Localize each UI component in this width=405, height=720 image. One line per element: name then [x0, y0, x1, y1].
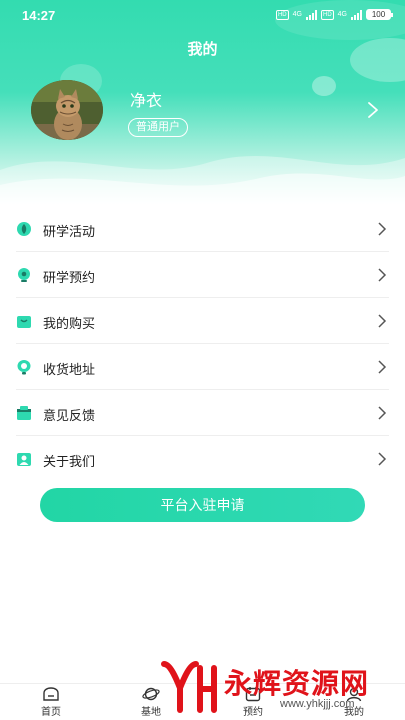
menu-item-label: 研学预约 — [43, 270, 96, 285]
menu-item-feedback[interactable]: 意见反馈 — [16, 390, 389, 436]
status-time: 14:27 — [22, 8, 56, 23]
profile-header: 14:27 HD 4G HD 4G 100 我的 净衣 普通用户 — [0, 0, 405, 205]
status-bar: 14:27 HD 4G HD 4G 100 — [0, 0, 405, 30]
user-role-badge: 普通用户 — [128, 118, 188, 137]
signal-label: 4G — [337, 11, 347, 18]
chevron-right-icon — [378, 314, 387, 328]
menu-list: 研学活动 研学预约 我的购买 收货地址 意见反馈 关于我们 — [0, 206, 405, 482]
tab-home[interactable]: 首页 — [26, 686, 76, 718]
menu-item-about-us[interactable]: 关于我们 — [16, 436, 389, 482]
menu-item-label: 我的购买 — [43, 316, 96, 331]
cat-photo-avatar — [31, 80, 103, 140]
signal-icon — [305, 9, 317, 20]
menu-item-label: 收货地址 — [43, 362, 96, 377]
hd-icon: HD — [275, 9, 289, 20]
decor-cloud — [312, 76, 336, 96]
menu-item-my-purchases[interactable]: 我的购买 — [16, 298, 389, 344]
decor-wave — [0, 156, 405, 205]
chevron-right-icon — [378, 360, 387, 374]
feedback-box-icon — [17, 406, 31, 420]
chevron-right-icon — [378, 268, 387, 282]
watermark-text: 永辉资源网 — [224, 668, 370, 699]
menu-item-label: 意见反馈 — [43, 408, 96, 423]
chevron-right-icon — [378, 452, 387, 466]
home-icon — [43, 687, 59, 701]
watermark-logo — [161, 661, 217, 713]
about-contact-icon — [17, 453, 31, 466]
shopping-bag-icon — [17, 316, 31, 328]
menu-item-label: 研学活动 — [43, 224, 96, 239]
watermark-url: www.yhkjjj.com — [280, 698, 355, 710]
location-pin-icon — [18, 268, 30, 282]
status-icons: HD 4G HD 4G 100 — [275, 9, 393, 20]
tab-label: 首页 — [41, 707, 61, 718]
chevron-right-icon[interactable] — [366, 101, 380, 119]
page-title: 我的 — [187, 41, 218, 58]
address-pin-icon — [17, 360, 31, 375]
hd-icon: HD — [320, 9, 334, 20]
battery-icon: 100 — [366, 9, 393, 20]
menu-item-shipping-address[interactable]: 收货地址 — [16, 344, 389, 390]
menu-item-research-booking[interactable]: 研学预约 — [16, 252, 389, 298]
menu-item-research-activities[interactable]: 研学活动 — [16, 206, 389, 252]
signal-icon — [351, 9, 362, 20]
chevron-right-icon — [378, 406, 387, 420]
signal-label: 4G — [292, 11, 302, 18]
leaf-icon — [17, 222, 31, 236]
user-name: 净衣 — [130, 93, 163, 110]
watermark: 永辉资源网 www.yhkjjj.com — [160, 658, 390, 714]
menu-item-label: 关于我们 — [43, 454, 96, 469]
platform-apply-button[interactable]: 平台入驻申请 — [40, 488, 365, 522]
avatar[interactable] — [31, 80, 103, 140]
chevron-right-icon — [378, 222, 387, 236]
planet-icon — [142, 687, 160, 701]
